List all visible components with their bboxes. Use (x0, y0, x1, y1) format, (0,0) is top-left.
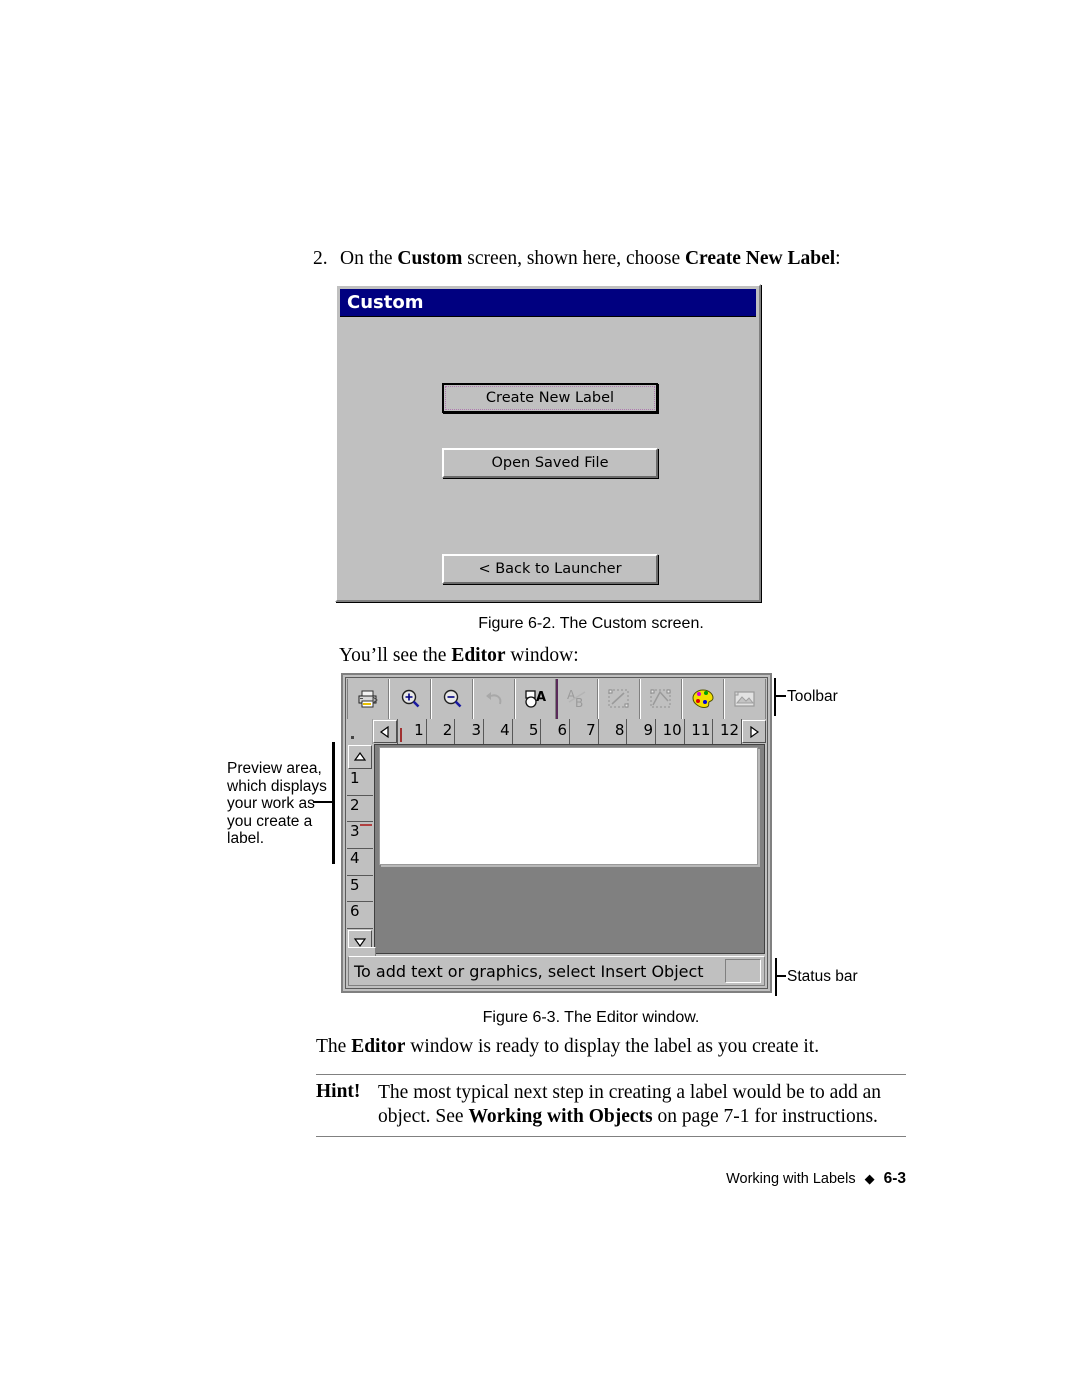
h-ruler-tick: 10 (656, 719, 685, 744)
v-ruler-tick: 1 (347, 769, 373, 796)
ruler-scroll-left-button[interactable] (373, 720, 397, 743)
status-bar-message: To add text or graphics, select Insert O… (354, 961, 704, 981)
h-ruler-tick: 1 (397, 719, 427, 744)
step-bold-create-new-label: Create New Label (684, 248, 836, 269)
h-ruler-tick: 9 (627, 719, 657, 744)
step-paragraph: 2. On the Custom screen, shown here, choo… (313, 246, 933, 272)
ruler-scroll-up-button[interactable] (348, 745, 372, 769)
lead-before: You’ll see the (339, 645, 452, 666)
closing-bold-editor: Editor (351, 1036, 406, 1057)
svg-text:A: A (536, 690, 546, 705)
editor-window: A A B 1 2 3 4 5 6 7 8 9 10 11 12 1 2 3 4… (341, 673, 772, 993)
h-ruler-tick: 5 (513, 719, 542, 744)
h-ruler-tick: 3 (455, 719, 485, 744)
order-objects-icon: A B (556, 679, 599, 719)
hint-line-2-after: on page 7-1 for instructions. (652, 1106, 878, 1127)
h-ruler-tick: 8 (599, 719, 628, 744)
preview-area-callout-label: Preview area, which displays your work a… (227, 760, 327, 847)
back-to-launcher-button[interactable]: < Back to Launcher (442, 554, 658, 584)
horizontal-ruler[interactable]: 1 2 3 4 5 6 7 8 9 10 11 12 (397, 719, 743, 744)
footer-diamond-icon: ◆ (864, 1171, 875, 1186)
closing-before: The (316, 1036, 352, 1057)
open-saved-file-button[interactable]: Open Saved File (442, 448, 658, 478)
color-palette-icon[interactable] (682, 679, 725, 719)
custom-screen-dialog: Custom Create New Label Open Saved File … (335, 284, 761, 602)
step-bold-custom: Custom (397, 248, 463, 269)
hint-bold-working-with-objects: Working with Objects (468, 1106, 653, 1127)
h-ruler-tick: 4 (484, 719, 513, 744)
print-icon[interactable] (347, 679, 389, 719)
toolbar-callout-bracket (774, 678, 776, 716)
status-callout-bracket (775, 958, 777, 996)
ruler-marker (360, 824, 372, 827)
ruler-corner (347, 719, 373, 744)
custom-dialog-titlebar: Custom (340, 289, 756, 317)
h-ruler-tick: 6 (541, 719, 571, 744)
closing-paragraph: The Editor window is ready to display th… (316, 1036, 819, 1058)
v-ruler-tick: 6 (347, 902, 373, 930)
editor-window-inner: A A B 1 2 3 4 5 6 7 8 9 10 11 12 1 2 3 4… (345, 677, 768, 989)
lead-bold-editor: Editor (451, 645, 506, 666)
step-text-middle: screen, shown here, choose (462, 248, 685, 269)
status-callout-leader (775, 975, 786, 977)
create-new-label-button[interactable]: Create New Label (442, 383, 658, 413)
lead-after: window: (505, 645, 579, 666)
figure-6-2-caption: Figure 6-2. The Custom screen. (0, 615, 1080, 633)
label-canvas[interactable] (379, 747, 758, 865)
distribute-objects-icon (640, 679, 683, 719)
editor-toolbar: A A B (347, 679, 766, 719)
hint-body: The most typical next step in creating a… (378, 1081, 908, 1129)
v-ruler-tick: 4 (347, 849, 373, 876)
status-bar-callout-label: Status bar (787, 968, 858, 985)
v-ruler-tick: 2 (347, 796, 373, 823)
align-objects-icon (598, 679, 641, 719)
v-ruler-tick: 3 (347, 822, 373, 850)
footer-section: Working with Labels (726, 1171, 856, 1187)
h-ruler-tick: 11 (685, 719, 714, 744)
toolbar-callout-label: Toolbar (787, 688, 838, 705)
create-new-label-button-label: Create New Label (445, 386, 655, 410)
ruler-marker (400, 728, 402, 742)
hint-label: Hint! (316, 1081, 361, 1102)
undo-icon (472, 679, 515, 719)
h-ruler-tick: 7 (570, 719, 599, 744)
toolbar-callout-leader (774, 695, 786, 697)
ruler-scroll-right-button[interactable] (742, 720, 766, 743)
zoom-in-icon[interactable] (388, 679, 431, 719)
step-text-after: : (835, 248, 841, 269)
closing-after: window is ready to display the label as … (405, 1036, 820, 1057)
hint-rule-bottom (316, 1136, 906, 1137)
footer-page-number: 6-3 (883, 1170, 906, 1187)
h-ruler-tick: 2 (427, 719, 456, 744)
page-footer: Working with Labels ◆ 6-3 (0, 1170, 1080, 1188)
v-ruler-tick: 5 (347, 876, 373, 903)
status-bar: To add text or graphics, select Insert O… (348, 956, 765, 986)
vertical-ruler-ticks: 1 2 3 4 5 6 (347, 769, 373, 930)
figure-6-3-caption-text: Figure 6-3. The Editor window. (482, 1009, 700, 1026)
insert-object-icon[interactable]: A (514, 679, 557, 719)
step-text-before: On the (340, 248, 398, 269)
step-number: 2. (313, 248, 328, 269)
hint-rule-top (316, 1074, 906, 1075)
preview-callout-bracket (332, 742, 335, 864)
hint-line-1: The most typical next step in creating a… (378, 1082, 882, 1103)
preview-area[interactable] (374, 744, 765, 954)
hint-line-2: object. See Working with Objects on page… (378, 1105, 908, 1129)
h-ruler-tick: 12 (713, 719, 743, 744)
status-bar-panel (725, 959, 761, 983)
zoom-out-icon[interactable] (430, 679, 473, 719)
hint-line-2-before: object. See (378, 1106, 469, 1127)
image-properties-icon (724, 679, 766, 719)
status-bar-nub (348, 947, 376, 956)
horizontal-ruler-row: 1 2 3 4 5 6 7 8 9 10 11 12 (347, 719, 766, 744)
figure-6-2-caption-text: Figure 6-2. The Custom screen. (478, 615, 704, 632)
figure-6-3-caption: Figure 6-3. The Editor window. (0, 1009, 1080, 1027)
editor-lead-paragraph: You’ll see the Editor window: (339, 645, 579, 667)
vertical-ruler[interactable]: 1 2 3 4 5 6 (347, 744, 373, 954)
